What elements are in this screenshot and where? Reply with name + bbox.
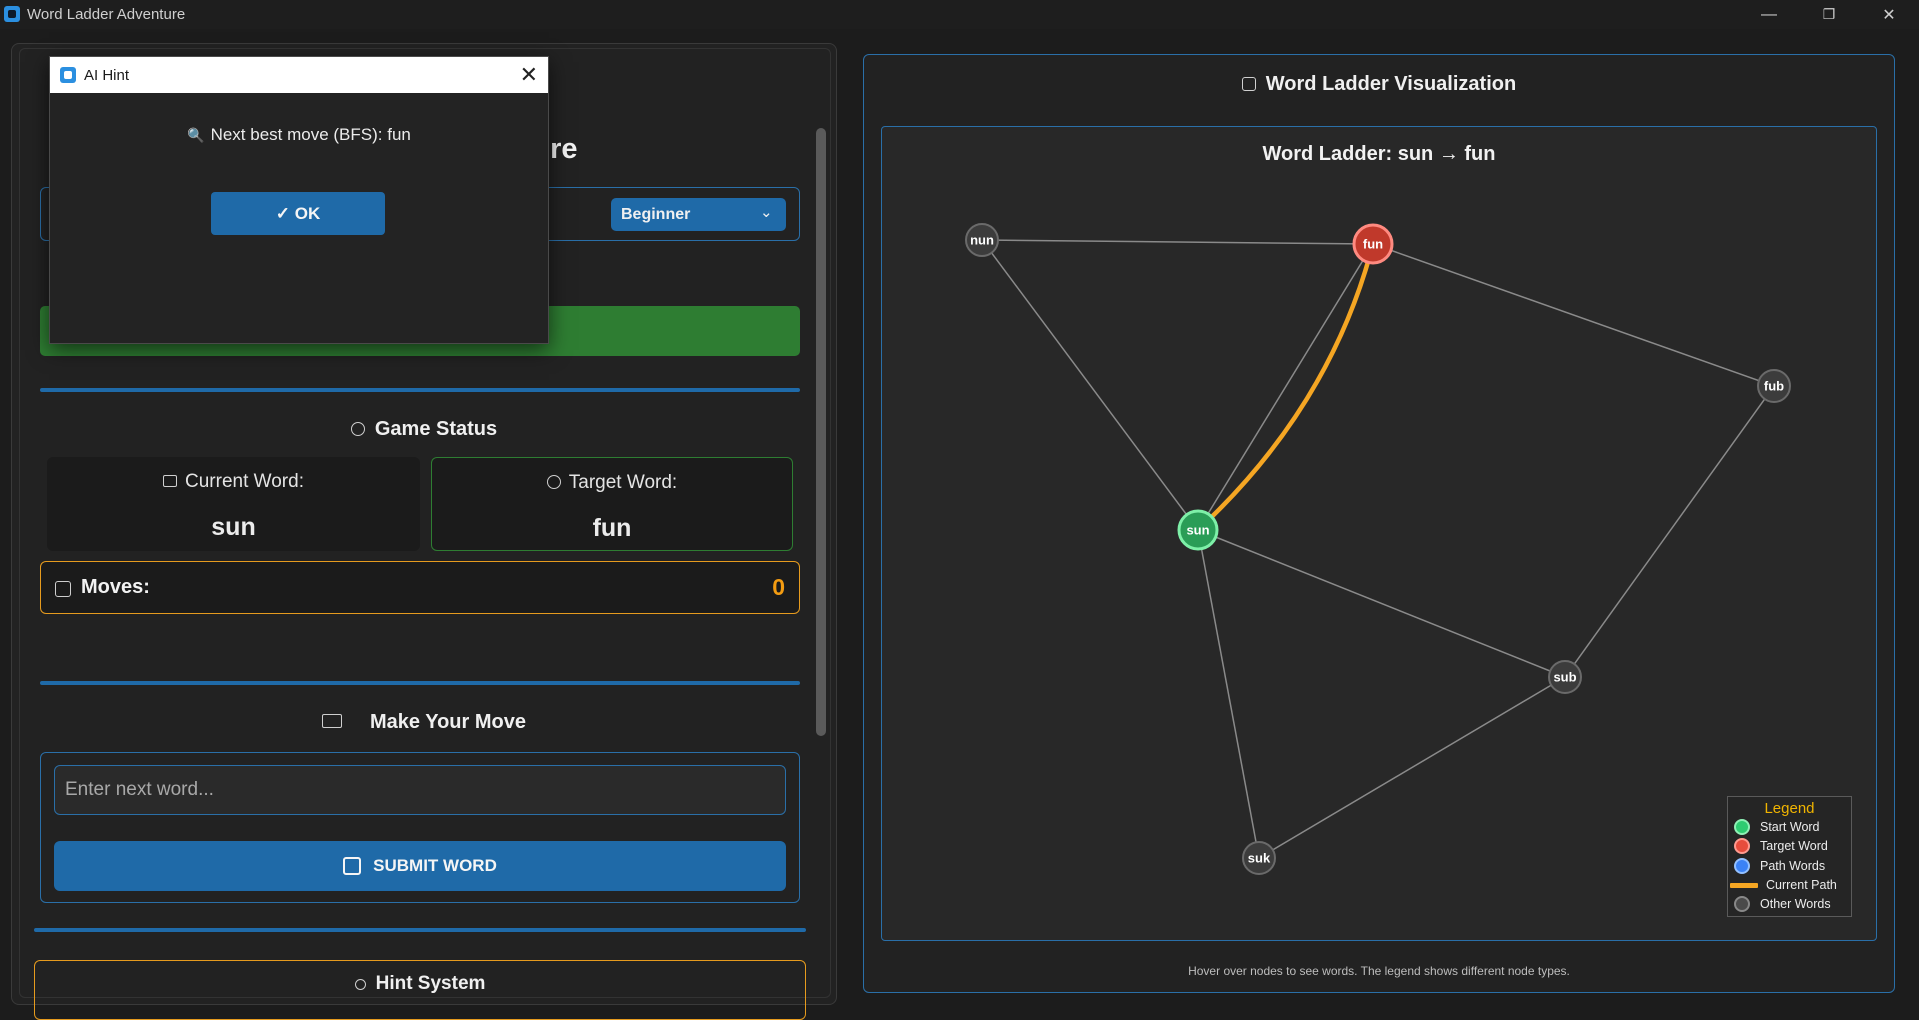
maximize-button[interactable]: ❐ [1799,0,1859,29]
graph-node-sub[interactable]: sub [1548,660,1582,694]
checkbox-icon [343,857,362,875]
make-move-heading: Make Your Move [0,711,848,734]
path-node-icon [1730,858,1758,874]
graph-node-fub[interactable]: fub [1757,369,1791,403]
graph-edge-nun-fun [981,239,1374,245]
abc-icon [163,475,178,487]
submit-word-label: SUBMIT WORD [373,856,497,875]
chevron-down-icon: ⌄ [760,204,773,221]
dialog-app-icon [60,67,76,83]
graph-node-sun[interactable]: sun [1177,509,1219,551]
current-word-label: Current Word: [185,471,304,492]
graph-node-nun[interactable]: nun [965,223,999,257]
legend: Legend Start Word Target Word Path Words… [1727,796,1852,917]
graph-edge-nun-sun [981,239,1199,531]
target-icon [546,475,561,489]
graph-node-label: fun [1363,237,1383,252]
legend-label: Target Word [1760,839,1828,853]
graph-edge-sun-suk [1197,529,1260,859]
bulb-icon [354,979,366,990]
edges-layer [981,239,1775,859]
moves-value: 0 [772,574,785,600]
current-word-card: Current Word: sun [47,457,420,551]
graph-node-fun[interactable]: fun [1352,223,1394,265]
hint-system-title: Hint System [375,973,486,994]
legend-item-current-path: Current Path [1730,876,1837,894]
close-button[interactable]: ✕ [1859,0,1919,29]
visualization-footnote: Hover over nodes to see words. The legen… [1188,964,1570,978]
graph-edge-sun-sub [1197,529,1566,678]
section-divider [34,928,806,932]
hint-system-box: Hint System [34,960,806,1020]
magnifier-icon: 🔍 [187,127,205,143]
minimize-button[interactable]: — [1739,0,1799,29]
legend-item-other: Other Words [1730,895,1831,913]
legend-label: Start Word [1760,820,1820,834]
other-node-icon [1730,896,1758,912]
submit-word-button[interactable]: SUBMIT WORD [54,841,786,891]
path-line-icon [1730,882,1758,888]
graph-node-label: sun [1186,523,1209,538]
target-word-label: Target Word: [568,472,678,493]
left-scrollbar[interactable] [816,128,826,736]
current-word-label-row: Current Word: [47,471,420,493]
moves-label: Moves: [81,576,150,598]
word-input[interactable] [54,765,786,815]
app-icon [4,6,20,22]
window-title: Word Ladder Adventure [27,6,186,23]
window-titlebar [0,0,1919,29]
graph-node-label: sub [1553,670,1576,685]
target-icon [350,422,365,436]
start-node-icon [1730,819,1758,835]
legend-label: Current Path [1766,878,1837,892]
game-status-title: Game Status [374,418,498,440]
moves-card: Moves: 0 [40,561,800,614]
target-node-icon [1730,838,1758,854]
hint-system-heading: Hint System [35,973,805,995]
keyboard-icon [322,714,342,728]
visualization-heading: Word Ladder Visualization [863,73,1895,96]
dialog-message: Next best move (BFS): fun [210,125,411,144]
legend-item-path: Path Words [1730,857,1826,875]
graph-node-suk[interactable]: suk [1242,841,1276,875]
graph-edge-fun-sun [1197,243,1374,531]
graph-node-label: fub [1764,379,1784,394]
legend-item-target: Target Word [1730,837,1828,855]
section-divider [40,388,800,392]
legend-label: Other Words [1760,897,1831,911]
target-word-value: fun [592,514,632,542]
graph-edge-suk-sub [1258,676,1566,859]
counter-icon [55,581,71,597]
ai-hint-dialog: AI Hint ✕ 🔍 Next best move (BFS): fun ✓ O… [49,56,549,344]
target-word-card: Target Word: fun [431,457,793,551]
legend-item-start: Start Word [1730,818,1820,836]
legend-title: Legend [1764,800,1815,817]
dialog-title: AI Hint [84,67,130,84]
dialog-message-row: 🔍 Next best move (BFS): fun [50,125,548,145]
current-word-value: sun [211,513,256,541]
make-move-title: Make Your Move [370,711,526,733]
dialog-ok-button[interactable]: ✓ OK [211,192,385,235]
graph-node-label: nun [970,233,994,248]
game-status-heading: Game Status [0,418,848,441]
graph-title: Word Ladder: sun → fun [1263,143,1496,165]
legend-label: Path Words [1760,859,1826,873]
graph-node-label: suk [1248,851,1271,866]
dialog-close-icon[interactable]: ✕ [520,62,538,88]
graph-edge-fun-fub [1372,243,1775,387]
graph-edge-fub-sub [1564,385,1775,678]
nodes-layer: nun fun fub sun sub suk [965,223,1791,875]
visualization-title: Word Ladder Visualization [1265,73,1517,95]
target-word-label-row: Target Word: [432,472,792,494]
section-divider [40,681,800,685]
graph-icon [1241,77,1256,91]
